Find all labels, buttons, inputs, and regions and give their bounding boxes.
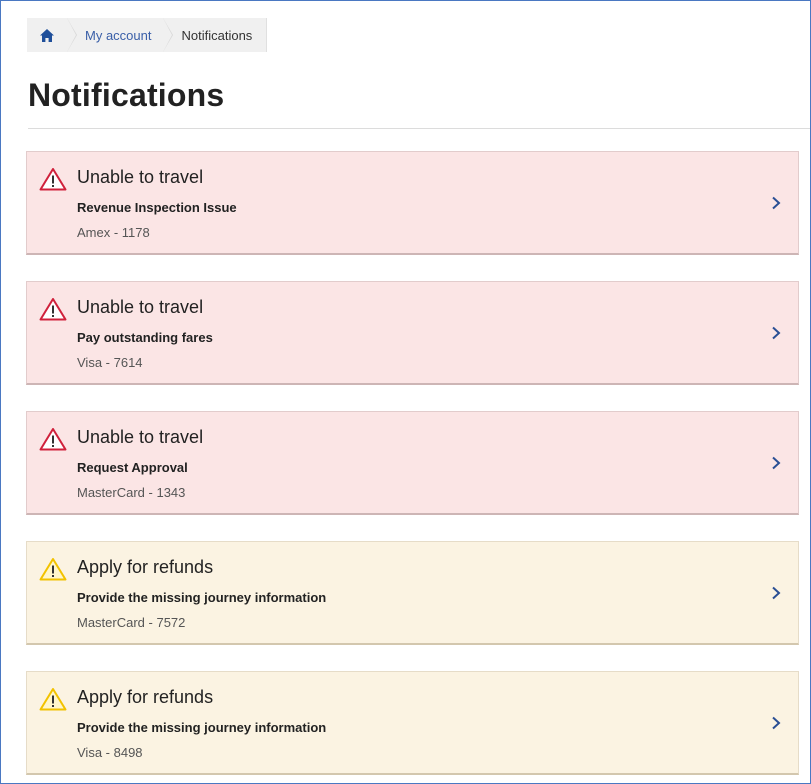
breadcrumb-my-account[interactable]: My account <box>67 18 175 52</box>
notification-card[interactable]: Unable to travel Request Approval Master… <box>26 411 799 515</box>
notification-account: MasterCard - 7572 <box>77 615 186 630</box>
notification-heading: Unable to travel <box>77 297 204 317</box>
notification-subject: Provide the missing journey information <box>77 590 327 605</box>
notification-account: Visa - 8498 <box>77 745 143 760</box>
warning-triangle-icon <box>39 428 67 451</box>
notification-account: Amex - 1178 <box>77 225 150 240</box>
chevron-right-icon <box>772 326 781 340</box>
notification-heading: Apply for refunds <box>77 557 214 577</box>
chevron-right-icon <box>772 716 781 730</box>
title-divider <box>28 128 810 129</box>
breadcrumb: My account Notifications <box>27 18 268 52</box>
notification-card[interactable]: Apply for refunds Provide the missing jo… <box>26 541 799 645</box>
notification-heading: Unable to travel <box>77 167 204 187</box>
caution-triangle-icon <box>39 688 67 711</box>
notification-subject: Revenue Inspection Issue <box>77 200 237 215</box>
notification-account: Visa - 7614 <box>77 355 143 370</box>
notification-card[interactable]: Unable to travel Revenue Inspection Issu… <box>26 151 799 255</box>
notification-account: MasterCard - 1343 <box>77 485 186 500</box>
warning-triangle-icon <box>39 168 67 191</box>
page-title: Notifications <box>28 77 225 113</box>
home-icon <box>40 28 54 42</box>
notification-heading: Unable to travel <box>77 427 204 447</box>
breadcrumb-current: Notifications <box>163 18 268 52</box>
warning-triangle-icon <box>39 298 67 321</box>
chevron-right-icon <box>772 196 781 210</box>
notification-heading: Apply for refunds <box>77 687 214 707</box>
chevron-right-icon <box>772 586 781 600</box>
notification-subject: Pay outstanding fares <box>77 330 213 345</box>
notification-list: Unable to travel Revenue Inspection Issu… <box>26 151 799 783</box>
chevron-right-icon <box>772 456 781 470</box>
caution-triangle-icon <box>39 558 67 581</box>
notifications-page: My account Notifications Notifications U… <box>0 0 811 784</box>
notification-card[interactable]: Apply for refunds Provide the missing jo… <box>26 671 799 775</box>
breadcrumb-home[interactable] <box>27 18 77 52</box>
notification-card[interactable]: Unable to travel Pay outstanding fares V… <box>26 281 799 385</box>
notification-subject: Request Approval <box>77 460 188 475</box>
notification-subject: Provide the missing journey information <box>77 720 327 735</box>
